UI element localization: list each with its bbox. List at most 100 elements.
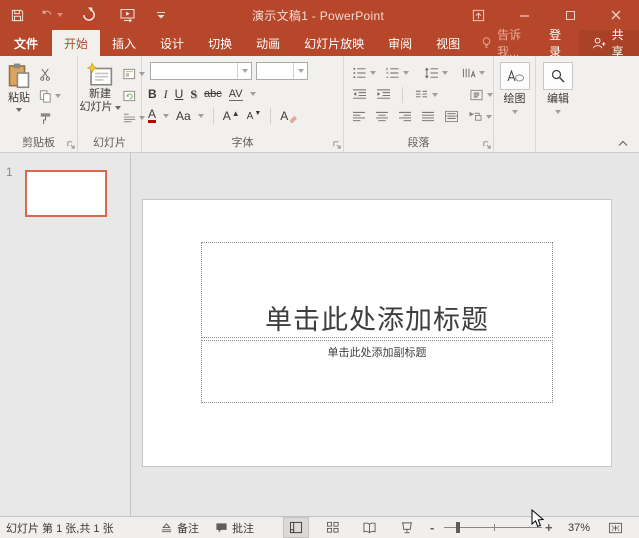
increase-font-size-button[interactable]: A▲ [223, 109, 240, 123]
comments-label: 批注 [232, 520, 254, 536]
format-painter-button[interactable] [38, 110, 61, 126]
line-spacing-caret[interactable] [442, 71, 448, 75]
undo-dropdown-caret[interactable] [57, 13, 63, 17]
fit-to-window-button[interactable] [608, 517, 623, 538]
columns-caret[interactable] [432, 93, 438, 97]
align-center-button[interactable] [375, 111, 389, 123]
bullets-caret[interactable] [370, 71, 376, 75]
reading-view-button[interactable] [356, 517, 382, 538]
tell-me-box[interactable]: 告诉我... [472, 30, 539, 56]
clipboard-dialog-launcher-icon[interactable] [66, 140, 75, 149]
copy-dropdown-caret[interactable] [55, 94, 61, 98]
ribbon: 粘贴 剪贴板 新建 [0, 56, 639, 153]
share-button[interactable]: 共享 [579, 30, 639, 56]
text-direction-caret[interactable] [479, 71, 485, 75]
collapse-ribbon-icon[interactable] [617, 138, 629, 148]
new-slide-label-line1: 新建 [89, 88, 111, 101]
slideshow-view-button[interactable] [394, 517, 420, 538]
cut-button[interactable] [38, 66, 61, 82]
editing-button[interactable]: 编辑 [539, 62, 577, 114]
font-size-combobox[interactable] [256, 62, 308, 80]
sign-in-button[interactable]: 登录 [539, 30, 578, 56]
bullets-button[interactable] [352, 66, 367, 80]
italic-button[interactable]: I [164, 87, 168, 102]
comments-button[interactable]: 批注 [215, 517, 254, 538]
tab-home[interactable]: 开始 [52, 30, 100, 56]
notes-button[interactable]: 备注 [160, 517, 199, 538]
underline-button[interactable]: U [175, 87, 184, 101]
tab-review[interactable]: 审阅 [376, 30, 424, 56]
tab-file[interactable]: 文件 [0, 30, 52, 56]
ribbon-display-options-icon[interactable] [455, 0, 501, 30]
tab-view[interactable]: 视图 [424, 30, 472, 56]
bold-button[interactable]: B [148, 87, 157, 101]
align-text-button[interactable] [469, 88, 484, 102]
start-slideshow-icon[interactable] [110, 0, 144, 30]
redo-icon[interactable] [72, 0, 106, 30]
paste-dropdown-caret[interactable] [16, 108, 22, 112]
paragraph-dialog-launcher-icon[interactable] [482, 140, 491, 149]
editing-dropdown-caret[interactable] [555, 110, 561, 114]
font-size-caret[interactable] [298, 69, 304, 73]
slide-canvas[interactable]: 单击此处添加标题 单击此处添加副标题 [143, 200, 611, 466]
customize-quick-access-icon[interactable] [144, 0, 178, 30]
tab-insert[interactable]: 插入 [100, 30, 148, 56]
add-remove-columns-button[interactable] [444, 110, 459, 123]
columns-button[interactable] [414, 88, 429, 101]
character-spacing-caret[interactable] [250, 92, 256, 96]
save-icon[interactable] [0, 0, 34, 30]
new-slide-icon [85, 62, 115, 88]
font-group-label: 字体 [142, 134, 343, 150]
align-left-button[interactable] [352, 111, 366, 123]
align-right-button[interactable] [398, 111, 412, 123]
font-dialog-launcher-icon[interactable] [332, 140, 341, 149]
font-name-combobox[interactable] [150, 62, 252, 80]
zoom-slider-center-tick [494, 524, 495, 531]
increase-indent-button[interactable] [376, 88, 391, 101]
zoom-level[interactable]: 37% [568, 517, 590, 538]
zoom-out-button[interactable]: - [430, 517, 434, 538]
change-case-button[interactable]: Aa [176, 109, 191, 123]
zoom-slider-thumb[interactable] [456, 522, 460, 533]
text-shadow-button[interactable]: S [190, 87, 197, 102]
group-paragraph: 段落 [344, 56, 494, 152]
text-direction-button[interactable] [461, 66, 476, 80]
drawing-dropdown-caret[interactable] [512, 110, 518, 114]
copy-button[interactable] [38, 88, 61, 104]
tab-animations[interactable]: 动画 [244, 30, 292, 56]
drawing-button[interactable]: 绘图 [496, 62, 534, 114]
decrease-font-size-button[interactable]: A▼ [247, 110, 262, 122]
line-spacing-button[interactable] [424, 66, 439, 80]
font-color-caret[interactable] [163, 114, 169, 118]
numbering-caret[interactable] [403, 71, 409, 75]
subtitle-placeholder[interactable]: 单击此处添加副标题 [201, 340, 553, 403]
normal-view-icon [289, 521, 303, 534]
font-color-button[interactable]: A [148, 109, 156, 123]
align-text-caret[interactable] [487, 93, 493, 97]
convert-to-smartart-button[interactable] [468, 110, 483, 123]
title-placeholder[interactable]: 单击此处添加标题 [201, 242, 553, 338]
smartart-caret[interactable] [486, 115, 492, 119]
slideshow-view-icon [400, 521, 414, 534]
title-placeholder-text: 单击此处添加标题 [265, 303, 489, 337]
clear-formatting-button[interactable]: A [280, 109, 298, 123]
tab-design[interactable]: 设计 [148, 30, 196, 56]
slide-sorter-view-button[interactable] [320, 517, 346, 538]
strikethrough-button[interactable]: abc [204, 88, 222, 100]
change-case-caret[interactable] [198, 114, 204, 118]
decrease-indent-button[interactable] [352, 88, 367, 101]
font-name-caret[interactable] [242, 69, 248, 73]
subtitle-placeholder-text: 单击此处添加副标题 [328, 344, 427, 360]
undo-icon[interactable] [34, 0, 68, 30]
lightbulb-icon [480, 36, 493, 50]
slide-thumbnail[interactable] [25, 170, 107, 217]
zoom-in-button[interactable]: + [545, 517, 553, 538]
character-spacing-button[interactable]: AV [229, 88, 243, 101]
new-slide-dropdown-caret[interactable] [115, 106, 121, 110]
fit-to-window-icon [608, 521, 623, 535]
numbering-button[interactable] [385, 66, 400, 80]
normal-view-button[interactable] [283, 517, 309, 538]
tab-slideshow[interactable]: 幻灯片放映 [292, 30, 376, 56]
justify-button[interactable] [421, 111, 435, 123]
tab-transitions[interactable]: 切换 [196, 30, 244, 56]
